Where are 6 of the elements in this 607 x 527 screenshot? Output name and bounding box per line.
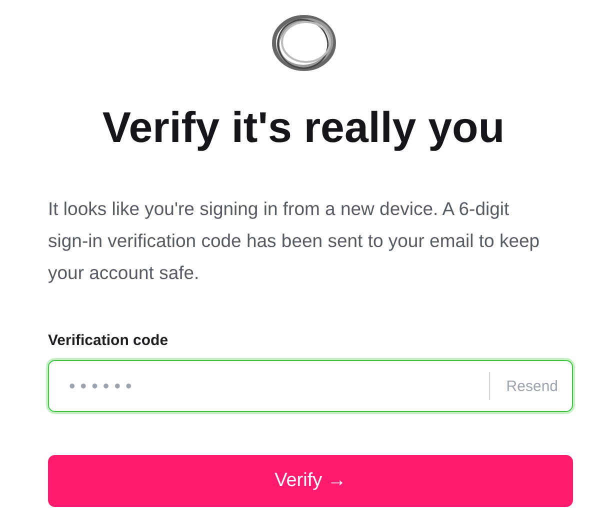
- description-text: It looks like you're signing in from a new device. A 6-digit sign-in verification code has been sent to your email to keep your account safe.: [48, 197, 541, 285]
- field-label: Verification code: [48, 332, 170, 349]
- page-title: Verify it's really you: [101, 104, 506, 153]
- code-field[interactable]: • • • • • • Resend: [48, 360, 573, 412]
- resend-button[interactable]: Resend: [506, 378, 558, 394]
- verify-button[interactable]: Verify →: [48, 455, 573, 507]
